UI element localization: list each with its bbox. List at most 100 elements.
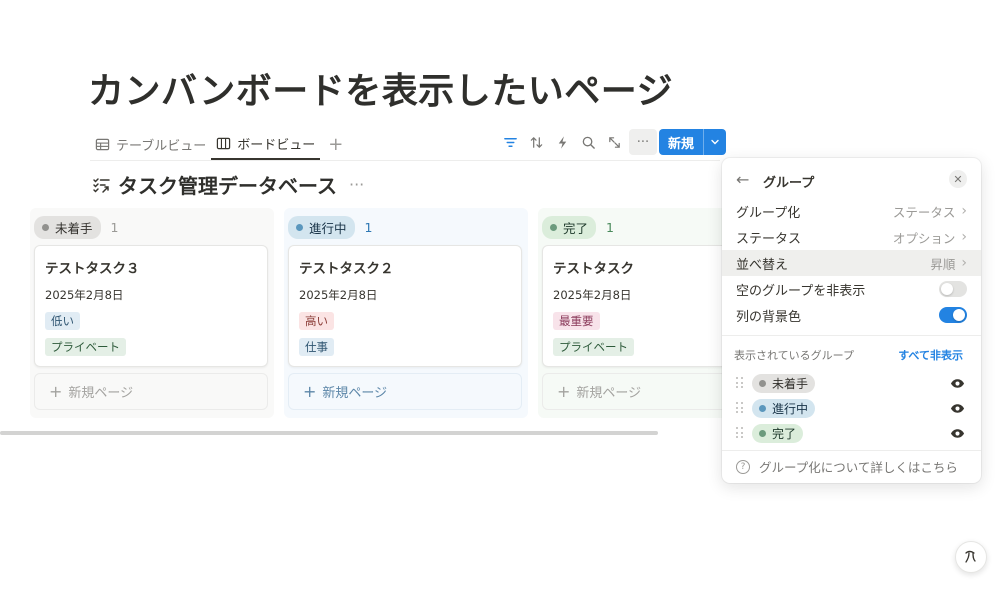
status-label: 進行中 xyxy=(309,221,347,236)
status-option-row[interactable]: ステータス オプション › xyxy=(722,224,981,250)
database-title: タスク管理データベース ··· xyxy=(92,170,364,199)
tabs-divider xyxy=(90,160,720,161)
checklist-icon xyxy=(93,177,110,193)
status-dot xyxy=(759,379,766,387)
view-tabs: テーブルビュー ボードビュー + xyxy=(90,128,351,160)
task-card[interactable]: テストタスク２ 2025年2月8日 高い 仕事 xyxy=(288,245,522,367)
toggle-knob xyxy=(953,309,965,321)
row-label: 列の背景色 xyxy=(736,309,802,325)
hide-empty-toggle[interactable] xyxy=(939,281,967,297)
group-help-link[interactable]: ? グループ化について詳しくはこちら xyxy=(736,457,958,476)
sort-icon[interactable] xyxy=(523,129,549,155)
new-button[interactable]: 新規 xyxy=(659,129,703,155)
tab-table-view[interactable]: テーブルビュー xyxy=(90,128,211,160)
close-icon[interactable]: ✕ xyxy=(949,170,967,188)
assistant-icon[interactable] xyxy=(955,541,987,573)
board-icon xyxy=(217,137,231,149)
row-label: グループ化 xyxy=(736,205,801,221)
eye-icon[interactable] xyxy=(950,378,965,389)
chevron-right-icon: › xyxy=(961,203,967,219)
new-page-button[interactable]: + 新規ページ xyxy=(34,373,268,410)
more-label: ··· xyxy=(636,134,650,150)
status-dot xyxy=(296,224,303,231)
column-count: 1 xyxy=(364,220,373,235)
chevron-down-icon[interactable] xyxy=(703,129,726,155)
help-icon: ? xyxy=(736,459,750,474)
group-label: 進行中 xyxy=(772,401,809,416)
back-arrow-icon[interactable]: ← xyxy=(736,170,749,189)
column-background-toggle[interactable] xyxy=(939,307,967,323)
divider xyxy=(722,450,981,451)
row-label: 空のグループを非表示 xyxy=(736,283,866,299)
table-icon xyxy=(95,138,110,150)
drag-handle-icon[interactable] xyxy=(736,377,744,389)
drag-handle-icon[interactable] xyxy=(736,427,744,439)
new-button-group: 新規 xyxy=(659,129,727,155)
panel-title: グループ xyxy=(763,176,815,191)
task-card[interactable]: テストタスク３ 2025年2月8日 低い プライベート xyxy=(34,245,268,367)
column-background-row: 列の背景色 xyxy=(722,302,981,328)
plus-icon: + xyxy=(303,382,317,401)
plus-icon: + xyxy=(557,382,571,401)
status-pill[interactable]: 完了 xyxy=(542,216,597,239)
row-label: ステータス xyxy=(736,231,802,247)
row-value-wrap: ステータス › xyxy=(893,202,967,221)
tab-board-view[interactable]: ボードビュー xyxy=(211,128,321,160)
status-pill[interactable]: 未着手 xyxy=(34,216,101,239)
tab-label: テーブルビュー xyxy=(116,138,207,154)
automation-icon[interactable] xyxy=(549,129,575,155)
priority-tag: 高い xyxy=(299,312,334,330)
database-toolbar: ··· 新規 xyxy=(497,129,727,155)
row-label: 並べ替え xyxy=(736,257,789,273)
card-date: 2025年2月8日 xyxy=(299,288,378,302)
status-dot xyxy=(759,429,766,437)
group-row: 完了 xyxy=(722,422,981,444)
hide-empty-groups-row: 空のグループを非表示 xyxy=(722,276,981,302)
row-value-wrap: 昇順 › xyxy=(930,254,967,273)
eye-icon[interactable] xyxy=(950,403,965,414)
category-tag: 仕事 xyxy=(299,338,334,356)
drag-handle-icon[interactable] xyxy=(736,402,744,414)
divider xyxy=(722,335,981,336)
card-date: 2025年2月8日 xyxy=(45,288,124,302)
column-header: 進行中 1 xyxy=(288,216,372,239)
new-page-label: 新規ページ xyxy=(576,386,642,401)
page-title: カンバンボードを表示したいページ xyxy=(88,71,674,112)
sort-row[interactable]: 並べ替え 昇順 › xyxy=(722,250,981,276)
expand-icon[interactable] xyxy=(601,129,627,155)
board-column-in-progress: 進行中 1 テストタスク２ 2025年2月8日 高い 仕事 + 新規ページ xyxy=(284,208,528,418)
eye-icon[interactable] xyxy=(950,428,965,439)
toggle-knob xyxy=(941,283,953,295)
card-title: テストタスク３ xyxy=(45,261,140,277)
group-settings-panel: ← グループ ✕ グループ化 ステータス › ステータス オプション › 並べ替え … xyxy=(722,158,981,483)
row-value: 昇順 xyxy=(930,256,956,272)
status-pill[interactable]: 進行中 xyxy=(288,216,355,239)
chevron-right-icon: › xyxy=(961,229,967,245)
group-row: 進行中 xyxy=(722,397,981,419)
database-more-button[interactable]: ··· xyxy=(349,175,364,194)
database-title-text[interactable]: タスク管理データベース xyxy=(118,170,337,199)
status-pill: 完了 xyxy=(752,423,804,443)
tab-label: ボードビュー xyxy=(237,137,316,153)
help-label: グループ化について詳しくはこちら xyxy=(759,460,958,475)
new-page-label: 新規ページ xyxy=(322,386,388,401)
status-dot xyxy=(42,224,49,231)
horizontal-scrollbar[interactable] xyxy=(0,431,658,435)
group-label: 完了 xyxy=(772,426,797,441)
add-view-button[interactable]: + xyxy=(320,128,351,160)
filter-icon[interactable] xyxy=(497,129,523,155)
hide-all-button[interactable]: すべて非表示 xyxy=(898,347,963,363)
visible-groups-label: 表示されているグループ xyxy=(734,349,855,362)
new-page-button[interactable]: + 新規ページ xyxy=(288,373,522,410)
card-date: 2025年2月8日 xyxy=(553,288,632,302)
status-dot xyxy=(759,404,766,412)
group-by-row[interactable]: グループ化 ステータス › xyxy=(722,198,981,224)
column-header: 完了 1 xyxy=(542,216,614,239)
column-header: 未着手 1 xyxy=(34,216,118,239)
priority-tag: 低い xyxy=(45,312,80,330)
row-value: ステータス xyxy=(892,204,956,220)
more-icon[interactable]: ··· xyxy=(629,129,657,155)
search-icon[interactable] xyxy=(575,129,601,155)
priority-tag: 最重要 xyxy=(553,312,600,330)
plus-icon: + xyxy=(49,382,63,401)
